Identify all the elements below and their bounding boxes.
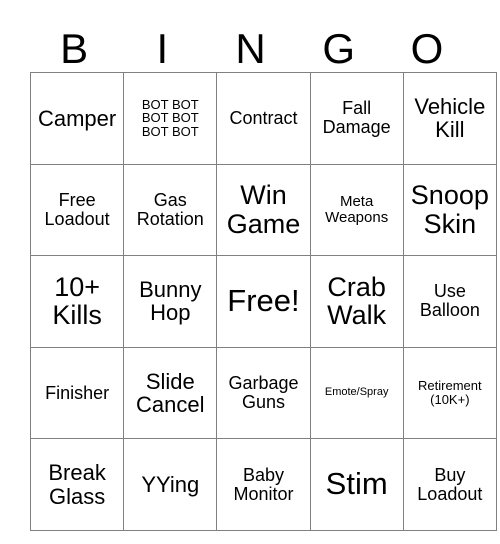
bingo-cell-label: Meta Weapons: [325, 193, 389, 226]
bingo-row: Free Loadout Gas Rotation Win Game Meta Weap…: [29, 163, 497, 257]
bingo-cell-label: Use Balloon: [419, 281, 480, 321]
bingo-cell-label: Slide Cancel: [136, 368, 205, 418]
bingo-cell[interactable]: Garbage Guns: [216, 346, 311, 440]
bingo-cell[interactable]: Contract: [216, 72, 311, 165]
bingo-cell-label: Win Game: [226, 180, 301, 239]
bingo-header: B I N G O: [30, 8, 471, 72]
bingo-header-letter-o: O: [410, 25, 444, 72]
bingo-cell-label: Free!: [227, 283, 300, 319]
bingo-header-letter-g: G: [322, 25, 356, 72]
bingo-cell-label: Baby Monitor: [233, 464, 294, 504]
bingo-header-letter-n: N: [235, 25, 266, 72]
bingo-cell[interactable]: Snoop Skin: [402, 163, 497, 257]
bingo-cell-label: Fall Damage: [322, 98, 391, 138]
bingo-header-letter-b: B: [60, 25, 89, 72]
bingo-cell[interactable]: Bunny Hop: [123, 255, 218, 348]
bingo-cell[interactable]: Meta Weapons: [309, 163, 404, 257]
bingo-cell-label: Free Loadout: [44, 189, 110, 229]
bingo-cell-label: Snoop Skin: [410, 180, 489, 239]
bingo-cell[interactable]: Baby Monitor: [216, 438, 311, 531]
bingo-card: B I N G O Camper BOT BOT BOT BOT BOT BOT C…: [29, 8, 497, 531]
bingo-row: Finisher Slide Cancel Garbage Guns Emote/S…: [29, 346, 497, 440]
bingo-cell-label: Gas Rotation: [136, 189, 204, 229]
bingo-grid: Camper BOT BOT BOT BOT BOT BOT Contract Fa…: [29, 72, 497, 531]
bingo-cell[interactable]: Win Game: [216, 163, 311, 257]
bingo-cell-label: Contract: [229, 107, 298, 128]
bingo-cell-label: Vehicle Kill: [414, 93, 486, 143]
bingo-cell-label: Camper: [37, 105, 117, 131]
bingo-cell[interactable]: Vehicle Kill: [402, 72, 497, 165]
bingo-cell-label: 10+ Kills: [52, 271, 102, 331]
bingo-cell[interactable]: Finisher: [29, 346, 125, 440]
bingo-cell-label: Finisher: [45, 382, 110, 403]
bingo-cell[interactable]: BOT BOT BOT BOT BOT BOT: [123, 72, 218, 165]
bingo-cell[interactable]: Use Balloon: [402, 255, 497, 348]
bingo-cell-label: YYing: [141, 472, 200, 498]
bingo-cell-label: Emote/Spray: [324, 386, 389, 399]
bingo-cell-free[interactable]: Free!: [216, 255, 311, 348]
bingo-row: 10+ Kills Bunny Hop Free! Crab Walk Use Ball…: [29, 255, 497, 348]
bingo-cell-label: Retirement (10K+): [418, 378, 482, 408]
bingo-cell-label: Break Glass: [48, 460, 106, 509]
bingo-row: Camper BOT BOT BOT BOT BOT BOT Contract Fa…: [29, 72, 497, 165]
bingo-cell[interactable]: 10+ Kills: [29, 255, 125, 348]
bingo-cell[interactable]: Gas Rotation: [123, 163, 218, 257]
bingo-cell[interactable]: Free Loadout: [29, 163, 125, 257]
bingo-cell-label: Garbage Guns: [228, 373, 299, 413]
bingo-cell-label: Stim: [325, 466, 388, 502]
bingo-cell[interactable]: Buy Loadout: [402, 438, 497, 531]
bingo-cell[interactable]: Fall Damage: [309, 72, 404, 165]
bingo-cell-label: Crab Walk: [327, 271, 387, 331]
bingo-header-letter-i: I: [156, 25, 169, 72]
bingo-cell[interactable]: Slide Cancel: [123, 346, 218, 440]
bingo-row: Break Glass YYing Baby Monitor Stim Buy Loa…: [29, 438, 497, 531]
bingo-cell[interactable]: Camper: [29, 72, 125, 165]
bingo-cell[interactable]: Stim: [309, 438, 404, 531]
bingo-cell[interactable]: YYing: [123, 438, 218, 531]
bingo-cell[interactable]: Retirement (10K+): [402, 346, 497, 440]
bingo-cell[interactable]: Emote/Spray: [309, 346, 404, 440]
bingo-cell[interactable]: Break Glass: [29, 438, 125, 531]
bingo-cell-label: Bunny Hop: [139, 277, 202, 326]
bingo-cell-label: BOT BOT BOT BOT BOT BOT: [141, 96, 199, 140]
bingo-cell[interactable]: Crab Walk: [309, 255, 404, 348]
bingo-cell-label: Buy Loadout: [417, 464, 483, 504]
